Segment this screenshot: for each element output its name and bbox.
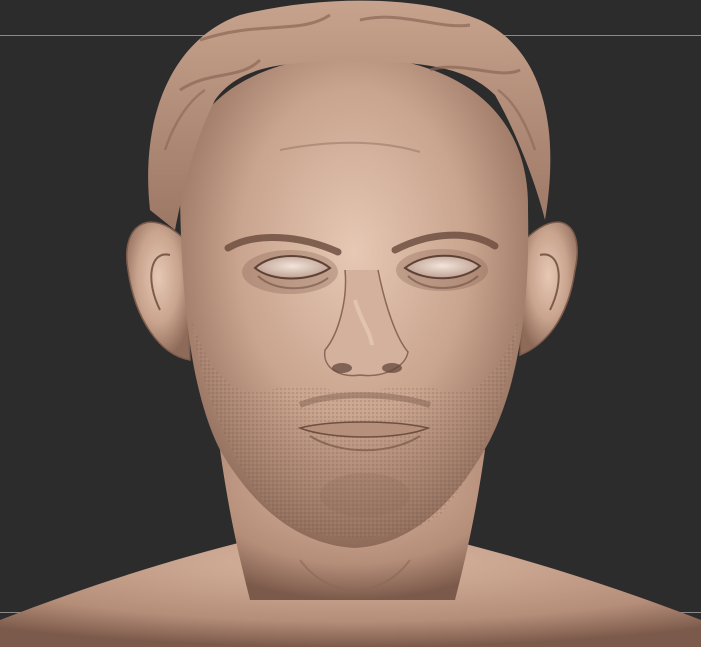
- ear-right: [519, 221, 578, 357]
- ear-left: [126, 221, 191, 361]
- clay-head-sculpt[interactable]: [0, 0, 701, 647]
- sculpt-viewport[interactable]: [0, 0, 701, 647]
